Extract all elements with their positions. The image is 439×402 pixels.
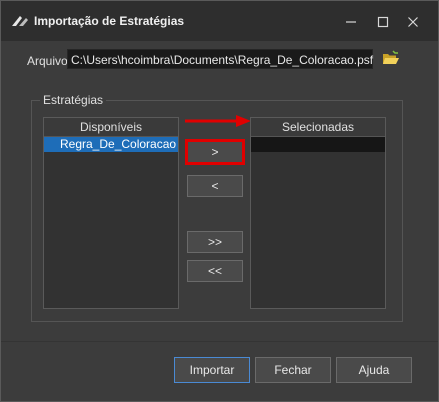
remove-all-button[interactable]: <<: [187, 260, 243, 282]
maximize-button[interactable]: [368, 11, 398, 33]
footer-divider: [1, 341, 438, 342]
maximize-icon: [377, 16, 389, 28]
title-bar[interactable]: Importação de Estratégias: [1, 1, 438, 41]
selected-list-header: Selecionadas: [251, 118, 385, 137]
close-icon: [408, 17, 418, 27]
window-title: Importação de Estratégias: [34, 14, 185, 28]
red-arrow-annotation: [185, 115, 251, 127]
minimize-icon: [346, 21, 356, 23]
file-path-field[interactable]: C:\Users\hcoimbra\Documents\Regra_De_Col…: [67, 49, 373, 69]
available-list-header: Disponíveis: [44, 118, 178, 137]
list-item[interactable]: Regra_De_Coloracao: [44, 137, 178, 152]
list-item[interactable]: [251, 137, 385, 152]
minimize-button[interactable]: [336, 11, 366, 33]
selected-strategies-list[interactable]: Selecionadas: [250, 117, 386, 309]
close-window-button[interactable]: [398, 11, 428, 33]
file-label: Arquivo: [27, 54, 68, 68]
add-selected-button[interactable]: >: [185, 139, 245, 165]
import-button[interactable]: Importar: [174, 357, 250, 383]
add-all-button[interactable]: >>: [187, 231, 243, 253]
open-folder-icon[interactable]: [382, 50, 400, 68]
available-strategies-list[interactable]: Disponíveis Regra_De_Coloracao: [43, 117, 179, 309]
remove-selected-button[interactable]: <: [187, 175, 243, 197]
close-button[interactable]: Fechar: [255, 357, 331, 383]
strategies-group-label: Estratégias: [40, 93, 107, 107]
import-strategies-dialog: Importação de Estratégias Arquivo C:\Use…: [0, 0, 439, 402]
help-button[interactable]: Ajuda: [336, 357, 412, 383]
app-logo-icon: [12, 16, 28, 26]
